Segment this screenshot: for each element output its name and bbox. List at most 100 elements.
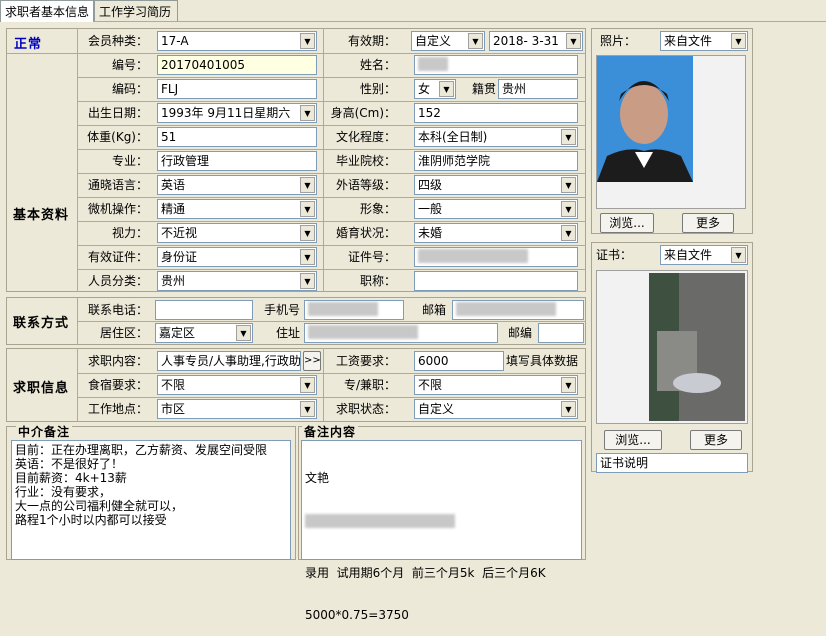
name-label: 姓名：: [359, 58, 396, 72]
member-type-select[interactable]: 17-A ▼: [157, 31, 317, 51]
mobile-field[interactable]: [304, 300, 404, 320]
height-label: 身高(Cm)：: [330, 106, 396, 120]
computer-label: 微机操作：: [87, 202, 148, 216]
agent-memo-title: 中介备注: [16, 423, 73, 440]
email-value: [456, 302, 556, 316]
photo-browse-button[interactable]: 浏览...: [600, 213, 654, 233]
chevron-down-icon: ▼: [561, 401, 576, 417]
eyesight-label: 视力：: [111, 226, 148, 240]
image-select[interactable]: 一般 ▼: [414, 199, 578, 219]
address-field[interactable]: [304, 323, 498, 343]
chevron-down-icon: ▼: [236, 325, 251, 341]
job-status-select[interactable]: 自定义 ▼: [414, 399, 578, 419]
title-label: 职称：: [359, 274, 396, 288]
chevron-down-icon: ▼: [300, 201, 315, 217]
height-field[interactable]: 152: [414, 103, 578, 123]
cert-note-field[interactable]: 证书说明: [596, 453, 748, 473]
job-content-more-button[interactable]: >>: [303, 351, 321, 371]
marriage-select[interactable]: 未婚 ▼: [414, 223, 578, 243]
photo-label: 照片：: [600, 34, 637, 48]
language-label: 通晓语言：: [87, 178, 148, 192]
chevron-down-icon: ▼: [731, 247, 746, 263]
portrait-image: [597, 56, 693, 182]
eyesight-select[interactable]: 不近视 ▼: [157, 223, 317, 243]
gender-select[interactable]: 女 ▼: [414, 79, 456, 99]
chevron-down-icon: ▼: [300, 273, 315, 289]
chevron-down-icon: ▼: [561, 225, 576, 241]
photo-more-button[interactable]: 更多: [682, 213, 734, 233]
id-no-field[interactable]: [414, 247, 578, 267]
id-doc-label: 有效证件：: [87, 250, 148, 264]
job-content-field[interactable]: 人事专员/人事助理,行政助: [157, 351, 301, 371]
section-contact: 联系方式: [13, 316, 70, 331]
chevron-down-icon: ▼: [300, 105, 315, 121]
major-field[interactable]: 行政管理: [157, 151, 317, 171]
address-label: 住址: [275, 326, 300, 340]
fulltime-select[interactable]: 不限 ▼: [414, 375, 578, 395]
agent-memo-textarea[interactable]: 目前：正在办理离职，乙方薪资、发展空间受限 英语：不是很好了！ 目前薪资：4k+…: [11, 440, 291, 560]
email-field[interactable]: [452, 300, 584, 320]
valid-date-picker[interactable]: 2018- 3-31 ▼: [489, 31, 583, 51]
chevron-down-icon: ▼: [300, 225, 315, 241]
location-select[interactable]: 市区 ▼: [157, 399, 317, 419]
phone-label: 联系电话：: [87, 303, 148, 317]
tab-resume[interactable]: 工作学习简历: [94, 0, 178, 21]
major-label: 专业：: [111, 154, 148, 168]
code-label: 编码：: [111, 82, 148, 96]
chevron-down-icon: ▼: [468, 33, 483, 49]
id-no-label: 证件号：: [347, 250, 396, 264]
chevron-down-icon: ▼: [731, 33, 746, 49]
note-line: 文艳: [305, 471, 330, 485]
note-memo-textarea[interactable]: 文艳 录用 试用期6个月 前三个月5k 后三个月6K 5000*0.75=375…: [301, 440, 582, 622]
zip-field[interactable]: [538, 323, 584, 343]
foreign-label: 外语等级：: [335, 178, 396, 192]
number-label: 编号：: [111, 58, 148, 72]
native-label: 籍贯: [471, 82, 496, 96]
birth-date-picker[interactable]: 1993年 9月11日星期六 ▼: [157, 103, 317, 123]
phone-field[interactable]: [155, 300, 253, 320]
photo-source-select[interactable]: 来自文件 ▼: [660, 31, 748, 51]
chevron-down-icon: ▼: [566, 33, 581, 49]
name-field[interactable]: [414, 55, 578, 75]
cert-more-button[interactable]: 更多: [690, 430, 742, 450]
board-select[interactable]: 不限 ▼: [157, 375, 317, 395]
district-label: 居住区：: [99, 326, 148, 340]
chevron-down-icon: ▼: [439, 81, 454, 97]
district-select[interactable]: 嘉定区 ▼: [155, 323, 253, 343]
number-field[interactable]: 20170401005: [157, 55, 317, 75]
note-line: 5000*0.75=3750: [305, 608, 409, 622]
code-field[interactable]: FLJ: [157, 79, 317, 99]
category-label: 人员分类：: [87, 274, 148, 288]
cert-source-select[interactable]: 来自文件 ▼: [660, 245, 748, 265]
chevron-down-icon: ▼: [300, 33, 315, 49]
weight-field[interactable]: 51: [157, 127, 317, 147]
image-label: 形象：: [359, 202, 396, 216]
tab-basic-info[interactable]: 求职者基本信息: [0, 0, 94, 22]
email-label: 邮箱: [421, 303, 446, 317]
cert-frame: [596, 270, 748, 424]
chevron-down-icon: ▼: [300, 401, 315, 417]
education-select[interactable]: 本科(全日制) ▼: [414, 127, 578, 147]
foreign-select[interactable]: 四级 ▼: [414, 175, 578, 195]
salary-field[interactable]: 6000: [414, 351, 504, 371]
native-field[interactable]: 贵州: [498, 79, 578, 99]
job-content-label: 求职内容：: [87, 354, 148, 368]
marriage-label: 婚育状况：: [335, 226, 396, 240]
computer-select[interactable]: 精通 ▼: [157, 199, 317, 219]
school-field[interactable]: 淮阴师范学院: [414, 151, 578, 171]
school-label: 毕业院校：: [335, 154, 396, 168]
chevron-down-icon: ▼: [300, 249, 315, 265]
title-field[interactable]: [414, 271, 578, 291]
weight-label: 体重(Kg)：: [87, 130, 148, 144]
cert-browse-button[interactable]: 浏览...: [604, 430, 662, 450]
id-doc-select[interactable]: 身份证 ▼: [157, 247, 317, 267]
note-line-redacted: [305, 514, 455, 528]
section-basic: 基本资料: [13, 208, 70, 223]
salary-note: 填写具体数据: [506, 354, 579, 368]
language-select[interactable]: 英语 ▼: [157, 175, 317, 195]
chevron-down-icon: ▼: [561, 201, 576, 217]
cert-image: [597, 271, 747, 423]
valid-type-select[interactable]: 自定义 ▼: [411, 31, 485, 51]
category-select[interactable]: 贵州 ▼: [157, 271, 317, 291]
note-line: 录用 试用期6个月 前三个月5k 后三个月6K: [305, 566, 546, 580]
